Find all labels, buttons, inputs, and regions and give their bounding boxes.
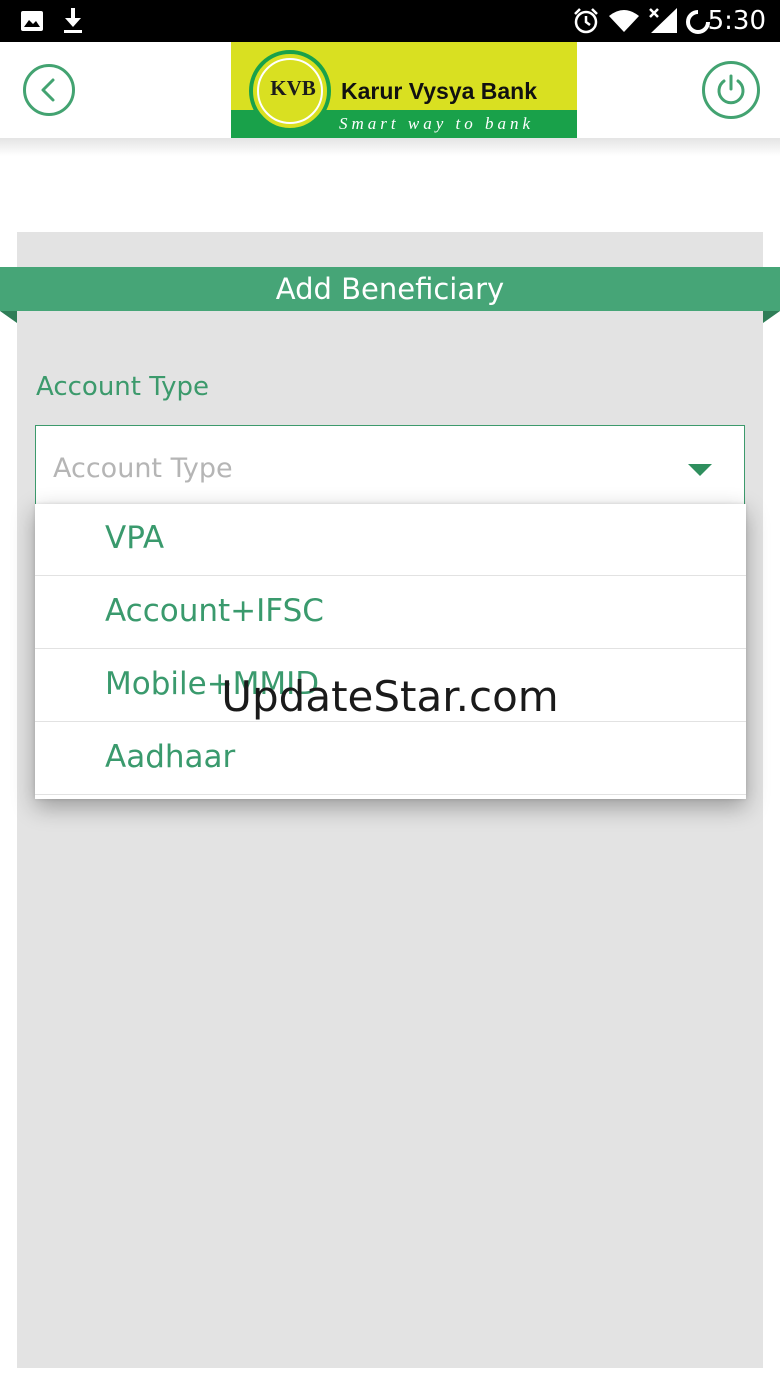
title-ribbon: Add Beneficiary <box>0 267 780 311</box>
download-icon <box>64 8 82 33</box>
status-bar: 5:30 <box>0 0 780 42</box>
status-time: 5:30 <box>707 6 766 36</box>
logo-mark: KVB <box>270 76 316 100</box>
option-label: Aadhaar <box>105 739 236 775</box>
ribbon-fold-right <box>763 311 780 323</box>
page-title: Add Beneficiary <box>275 272 505 306</box>
back-button[interactable] <box>23 64 75 116</box>
option-label: Account+IFSC <box>105 593 324 629</box>
dropdown-option-aadhaar[interactable]: Aadhaar <box>35 723 746 795</box>
logo-name: Karur Vysya Bank <box>341 78 538 104</box>
wifi-icon <box>609 10 639 32</box>
app-header: KVB Karur Vysya Bank Smart way to bank <box>0 42 780 138</box>
logo-tagline: Smart way to bank <box>339 114 535 133</box>
dropdown-option-account-ifsc[interactable]: Account+IFSC <box>35 577 746 649</box>
bank-logo: KVB Karur Vysya Bank Smart way to bank <box>231 42 577 138</box>
caret-down-icon <box>688 464 712 476</box>
image-icon <box>21 11 43 31</box>
alarm-icon <box>574 8 598 34</box>
watermark: UpdateStar.com <box>221 672 559 721</box>
logout-button[interactable] <box>702 61 760 119</box>
power-icon <box>717 74 745 105</box>
content-card <box>17 232 763 1368</box>
ribbon-fold-left <box>0 311 17 323</box>
header-shadow <box>0 138 780 156</box>
account-type-label: Account Type <box>36 372 209 402</box>
dropdown-option-vpa[interactable]: VPA <box>35 504 746 576</box>
signal-icon <box>649 8 677 33</box>
option-label: VPA <box>105 520 165 556</box>
account-type-placeholder: Account Type <box>53 453 233 484</box>
account-type-dropdown: VPA Account+IFSC Mobile+MMID Aadhaar <box>35 504 746 799</box>
account-type-select[interactable]: Account Type <box>35 425 745 505</box>
chevron-left-icon <box>41 78 55 102</box>
